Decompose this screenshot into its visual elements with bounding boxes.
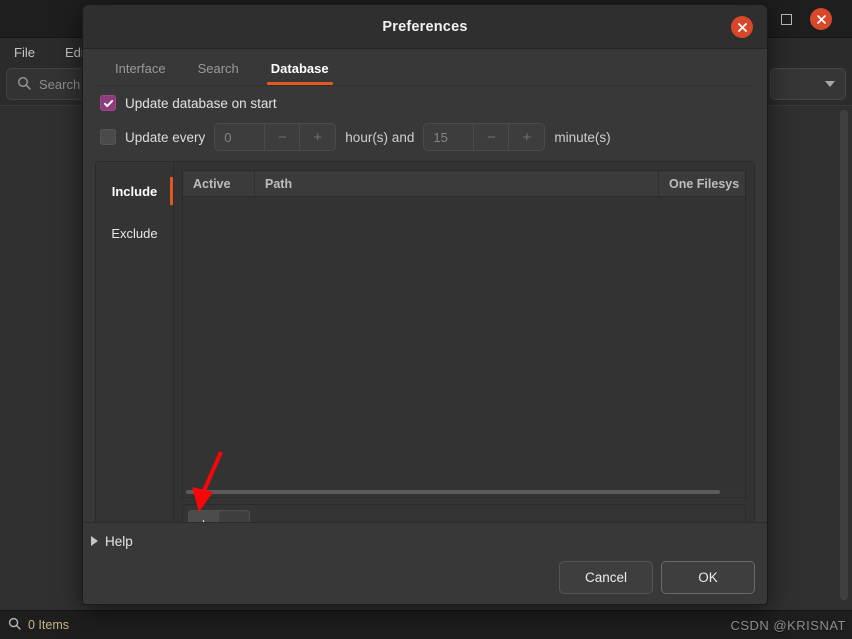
hours-unit-label: hour(s) and bbox=[345, 129, 415, 145]
update-on-start-label: Update database on start bbox=[125, 95, 277, 111]
menu-item-file[interactable]: File bbox=[10, 43, 39, 62]
minutes-decrement-icon[interactable]: − bbox=[474, 124, 510, 150]
search-icon bbox=[8, 617, 21, 633]
help-label: Help bbox=[105, 533, 133, 549]
horizontal-scrollbar-thumb[interactable] bbox=[186, 490, 720, 494]
update-on-start-row: Update database on start bbox=[95, 86, 755, 120]
hours-increment-icon[interactable]: + bbox=[300, 124, 335, 150]
ok-button[interactable]: OK bbox=[661, 561, 755, 594]
horizontal-scrollbar[interactable] bbox=[183, 488, 745, 497]
status-item-count: 0 Items bbox=[28, 618, 69, 632]
search-icon bbox=[17, 76, 31, 93]
path-table-body[interactable] bbox=[183, 197, 745, 488]
watermark: CSDN @KRISNAT bbox=[730, 618, 846, 633]
path-table-header: Active Path One Filesys bbox=[183, 171, 745, 197]
dialog-footer: Help Cancel OK bbox=[83, 522, 767, 604]
dialog-action-buttons: Cancel OK bbox=[559, 561, 755, 594]
column-header-path[interactable]: Path bbox=[255, 171, 659, 196]
dialog-title: Preferences bbox=[382, 18, 468, 35]
chevron-down-icon bbox=[825, 81, 835, 87]
maximize-icon[interactable] bbox=[776, 9, 796, 29]
hours-spinner[interactable]: 0 − + bbox=[214, 123, 337, 151]
column-header-one-filesystem[interactable]: One Filesys bbox=[659, 171, 745, 196]
tab-search[interactable]: Search bbox=[182, 55, 255, 85]
triangle-right-icon bbox=[91, 536, 98, 546]
minutes-spinner[interactable]: 15 − + bbox=[423, 123, 546, 151]
minutes-unit-label: minute(s) bbox=[554, 129, 611, 145]
update-every-checkbox[interactable] bbox=[100, 129, 116, 145]
dialog-close-icon[interactable] bbox=[731, 16, 753, 38]
filter-dropdown[interactable] bbox=[770, 68, 846, 100]
help-expander[interactable]: Help bbox=[83, 523, 767, 553]
column-header-active[interactable]: Active bbox=[183, 171, 255, 196]
tab-bar: Interface Search Database bbox=[95, 49, 755, 86]
preferences-dialog: Preferences Interface Search Database Up… bbox=[82, 4, 768, 605]
close-icon[interactable] bbox=[810, 8, 832, 30]
update-every-label: Update every bbox=[125, 129, 206, 145]
hours-decrement-icon[interactable]: − bbox=[265, 124, 301, 150]
update-every-row: Update every 0 − + hour(s) and 15 − + mi… bbox=[95, 120, 755, 154]
hours-value[interactable]: 0 bbox=[215, 124, 266, 150]
sidebar-item-exclude[interactable]: Exclude bbox=[96, 212, 173, 254]
vertical-scrollbar[interactable] bbox=[840, 110, 848, 600]
path-list-area: Active Path One Filesys + − bbox=[174, 162, 754, 550]
dialog-titlebar: Preferences bbox=[83, 5, 767, 49]
include-exclude-sidebar: Include Exclude bbox=[96, 162, 174, 550]
search-input-placeholder: Search bbox=[39, 76, 81, 92]
cancel-button[interactable]: Cancel bbox=[559, 561, 653, 594]
dialog-body: Interface Search Database Update databas… bbox=[83, 49, 767, 562]
update-on-start-checkbox[interactable] bbox=[100, 95, 116, 111]
include-exclude-panel: Include Exclude Active Path One Filesys bbox=[95, 161, 755, 551]
minutes-value[interactable]: 15 bbox=[424, 124, 475, 150]
minutes-increment-icon[interactable]: + bbox=[509, 124, 544, 150]
path-table: Active Path One Filesys bbox=[182, 170, 746, 498]
status-bar: 0 Items bbox=[0, 610, 852, 639]
tab-interface[interactable]: Interface bbox=[99, 55, 182, 85]
tab-database[interactable]: Database bbox=[255, 55, 345, 85]
sidebar-item-include[interactable]: Include bbox=[96, 170, 173, 212]
